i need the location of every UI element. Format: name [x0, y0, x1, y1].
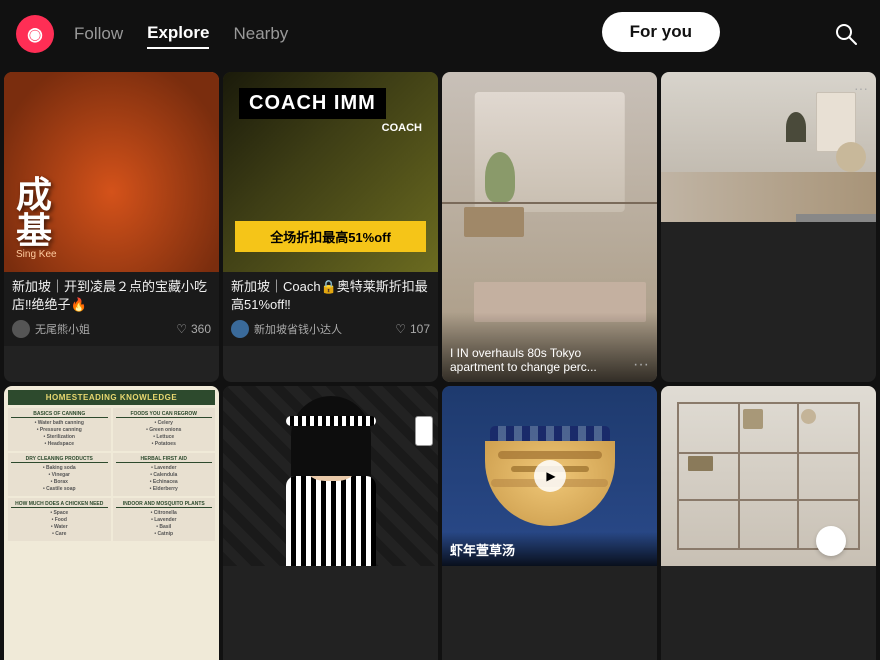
card2-footer: 新加坡｜Coach🔒奥特莱斯折扣最高51%off‼ 新加坡省钱小达人 ♡ 107	[223, 272, 438, 346]
card3-title: I IN overhauls 80s Tokyo apartment to ch…	[450, 346, 633, 374]
card6-phone	[415, 416, 433, 446]
card1-meta: 无尾熊小姐 ♡ 360	[12, 320, 211, 338]
card4-dots[interactable]: ···	[854, 80, 868, 96]
discount-badge: 全场折扣最高51%off	[235, 221, 426, 252]
card8-chair	[816, 526, 846, 556]
nav-item-nearby[interactable]: Nearby	[233, 20, 288, 48]
logo[interactable]: ◉	[16, 15, 54, 53]
card1-likes: ♡ 360	[176, 322, 211, 336]
card8-image	[661, 386, 876, 566]
card-selfie[interactable]	[223, 386, 438, 660]
homesteading-section-cleaning: DRY CLEANING PRODUCTS • Baking soda• Vin…	[8, 453, 111, 496]
card2-author: 新加坡省钱小达人	[231, 320, 342, 338]
heart-icon: ♡	[395, 322, 406, 336]
card1-author: 无尾熊小姐	[12, 320, 90, 338]
card7-overlay: 虾年萱草汤	[442, 532, 657, 566]
header: ◉ Follow Explore Nearby	[0, 0, 880, 68]
card1-avatar	[12, 320, 30, 338]
homesteading-section-chicken: HOW MUCH DOES A CHICKEN NEED • Space• Fo…	[8, 498, 111, 541]
card2-likes: ♡ 107	[395, 322, 430, 336]
card2-meta: 新加坡省钱小达人 ♡ 107	[231, 320, 430, 338]
card7-image: ▶ 虾年萱草汤	[442, 386, 657, 566]
card3-image: I IN overhauls 80s Tokyo apartment to ch…	[442, 72, 657, 382]
card1-char-main: 成	[16, 177, 57, 213]
card4-image: ···	[661, 72, 876, 222]
coach-label: COACH IMM	[239, 88, 386, 119]
card7-title: 虾年萱草汤	[450, 543, 515, 558]
homesteading-sections: BASICS OF CANNING • Water bath canning• …	[8, 408, 215, 541]
homesteading-section-herbal: HERBAL FIRST AID • Lavender• Calendula• …	[113, 453, 216, 496]
card6-image	[223, 386, 438, 566]
card-interior-tall[interactable]: I IN overhauls 80s Tokyo apartment to ch…	[442, 72, 657, 382]
card2-avatar	[231, 320, 249, 338]
homesteading-section-canning: BASICS OF CANNING • Water bath canning• …	[8, 408, 111, 451]
for-you-pill[interactable]: For you	[602, 12, 720, 52]
homesteading-section-regrow: FOODS YOU CAN REGROW • Celery• Green oni…	[113, 408, 216, 451]
card-food-noodles[interactable]: 成 基 Sing Kee 新加坡｜开到凌晨２点的宝藏小吃店‼绝绝子🔥 无尾熊小姐…	[4, 72, 219, 382]
content-area: 成 基 Sing Kee 新加坡｜开到凌晨２点的宝藏小吃店‼绝绝子🔥 无尾熊小姐…	[0, 0, 880, 660]
card5-image: HOMESTEADING KNOWLEDGE BASICS OF CANNING…	[4, 386, 219, 660]
card1-footer: 新加坡｜开到凌晨２点的宝藏小吃店‼绝绝子🔥 无尾熊小姐 ♡ 360	[4, 272, 219, 346]
cards-grid: 成 基 Sing Kee 新加坡｜开到凌晨２点的宝藏小吃店‼绝绝子🔥 无尾熊小姐…	[0, 68, 880, 660]
card1-subtitle: Sing Kee	[16, 249, 57, 260]
card-shelf-interior[interactable]	[661, 386, 876, 660]
card-homesteading[interactable]: HOMESTEADING KNOWLEDGE BASICS OF CANNING…	[4, 386, 219, 660]
nav-item-explore[interactable]: Explore	[147, 19, 209, 49]
card1-image: 成 基 Sing Kee	[4, 72, 219, 272]
card2-image: COACH IMM COACH 全场折扣最高51%off	[223, 72, 438, 272]
card3-dots[interactable]: ···	[633, 356, 649, 374]
card1-char-sub: 基	[16, 213, 57, 249]
search-button[interactable]	[828, 16, 864, 52]
heart-icon: ♡	[176, 322, 187, 336]
card2-title: 新加坡｜Coach🔒奥特莱斯折扣最高51%off‼	[231, 278, 430, 314]
card-minimal-room[interactable]: ···	[661, 72, 876, 382]
play-symbol: ▶	[546, 469, 555, 483]
card1-title: 新加坡｜开到凌晨２点的宝藏小吃店‼绝绝子🔥	[12, 278, 211, 314]
nav-item-follow[interactable]: Follow	[74, 20, 123, 48]
play-icon[interactable]: ▶	[534, 460, 566, 492]
homesteading-title: HOMESTEADING KNOWLEDGE	[8, 390, 215, 405]
card-coach-store[interactable]: COACH IMM COACH 全场折扣最高51%off 新加坡｜Coach🔒奥…	[223, 72, 438, 382]
homesteading-section-plants: INDOOR AND MOSQUITO PLANTS • Citronella•…	[113, 498, 216, 541]
card-soup[interactable]: ▶ 虾年萱草汤	[442, 386, 657, 660]
